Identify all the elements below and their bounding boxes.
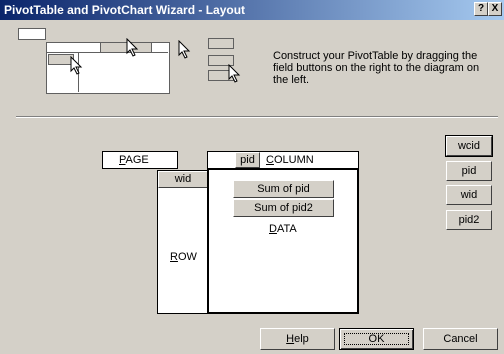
close-button[interactable]: X: [488, 2, 502, 16]
help-button[interactable]: Help: [260, 328, 335, 350]
column-field-button[interactable]: pid: [235, 152, 260, 168]
cursor-arrow-icon: [178, 40, 191, 59]
field-button-wcid[interactable]: wcid: [445, 135, 493, 157]
ok-button[interactable]: OK: [339, 328, 414, 350]
field-button-pid2[interactable]: pid2: [446, 210, 492, 230]
row-field-button[interactable]: wid: [158, 171, 208, 188]
cancel-button[interactable]: Cancel: [423, 328, 498, 350]
instructions-text: Construct your PivotTable by dragging th…: [273, 50, 480, 86]
page-label: PAGE: [119, 154, 149, 166]
field-button-pid[interactable]: pid: [446, 161, 492, 181]
close-icon: X: [491, 3, 499, 14]
data-label: DATA: [269, 223, 297, 235]
column-label: COLUMN: [266, 154, 314, 166]
cursor-arrow-icon: [126, 38, 139, 57]
illustration-page-box: [18, 28, 46, 40]
data-field-button[interactable]: Sum of pid: [233, 180, 334, 198]
field-button-wid[interactable]: wid: [446, 185, 492, 205]
row-drop-area[interactable]: wid ROW: [157, 170, 209, 314]
data-field-button[interactable]: Sum of pid2: [233, 199, 334, 217]
column-drop-area[interactable]: pid COLUMN: [207, 151, 359, 169]
page-drop-area[interactable]: PAGE: [102, 151, 178, 169]
wizard-dialog: PivotTable and PivotChart Wizard - Layou…: [0, 0, 504, 354]
divider: [16, 116, 498, 118]
window-title: PivotTable and PivotChart Wizard - Layou…: [4, 3, 246, 17]
layout-illustration: [18, 28, 258, 98]
cursor-arrow-icon: [70, 56, 83, 75]
illustration-field-button: [208, 38, 234, 49]
cursor-arrow-icon: [228, 64, 241, 83]
row-label: ROW: [170, 251, 197, 263]
title-bar: PivotTable and PivotChart Wizard - Layou…: [0, 0, 504, 20]
help-title-button[interactable]: ?: [474, 2, 488, 16]
